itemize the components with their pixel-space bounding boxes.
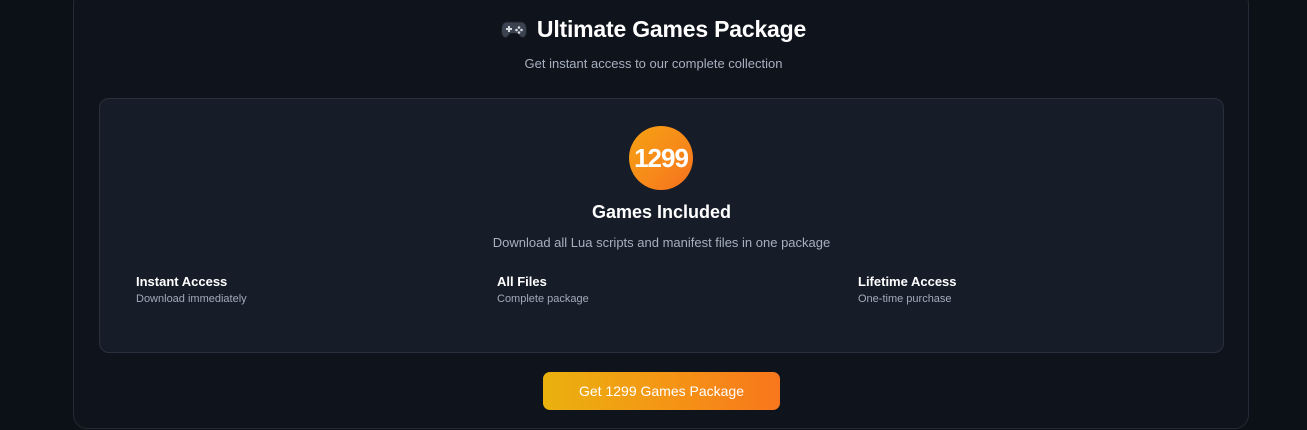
feature-all-files: All Files Complete package: [497, 274, 589, 305]
gamepad-icon: [500, 19, 527, 39]
feature-title: All Files: [497, 274, 547, 289]
games-included-heading: Games Included: [591, 202, 732, 222]
page-subtitle: Get instant access to our complete colle…: [524, 56, 783, 71]
feature-instant-access: Instant Access Download immediately: [136, 274, 247, 305]
feature-subtitle: Download immediately: [136, 293, 247, 305]
get-package-button[interactable]: Get 1299 Games Package: [543, 372, 780, 410]
feature-lifetime-access: Lifetime Access One-time purchase: [858, 274, 957, 305]
package-card: 1299 Games Included Download all Lua scr…: [99, 98, 1224, 353]
games-description: Download all Lua scripts and manifest fi…: [492, 235, 831, 250]
games-count-badge: 1299: [629, 126, 693, 190]
page-title: Ultimate Games Package: [536, 15, 807, 42]
feature-subtitle: Complete package: [497, 293, 589, 305]
feature-title: Lifetime Access: [858, 274, 957, 289]
feature-subtitle: One-time purchase: [858, 293, 952, 305]
title-row: Ultimate Games Package: [500, 14, 807, 44]
package-header: Ultimate Games Package Get instant acces…: [0, 14, 1307, 71]
feature-title: Instant Access: [136, 274, 228, 289]
